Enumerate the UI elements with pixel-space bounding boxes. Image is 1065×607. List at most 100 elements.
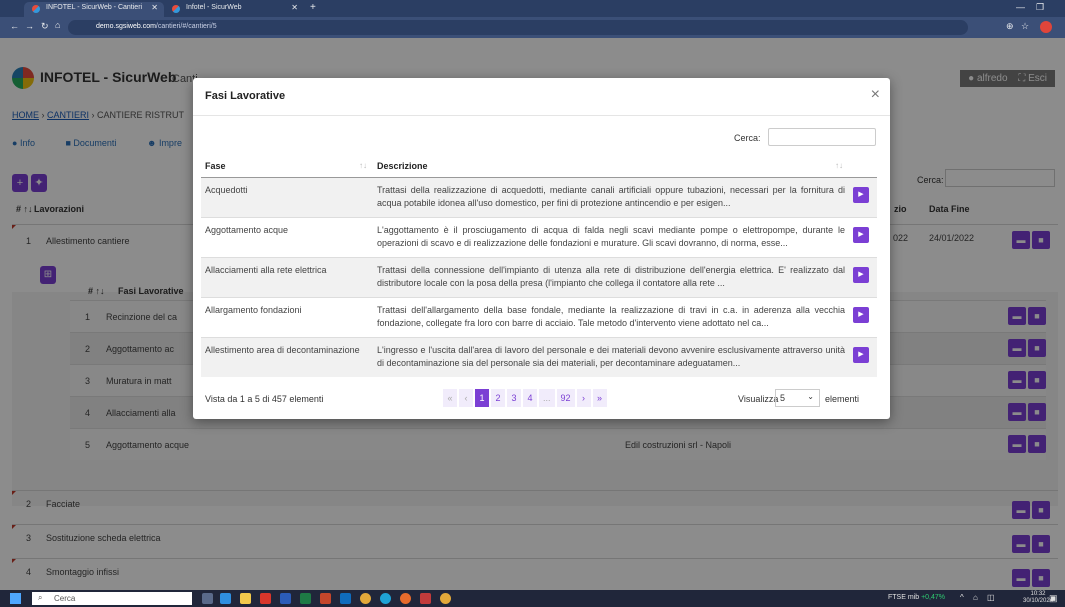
page-button-92[interactable]: 92 [556,389,575,407]
sort-icon[interactable]: ↑↓ [359,161,367,170]
app-icon[interactable] [380,593,391,604]
cell-descrizione-text: L'aggottamento è il prosciugamento di ac… [377,224,845,248]
last-page-button[interactable]: » [592,389,607,407]
cell-descrizione: L'aggottamento è il prosciugamento di ac… [373,216,849,257]
select-fase-button[interactable]: ▶ [853,186,869,203]
table-row[interactable]: Aggottamento acque L'aggottamento è il p… [201,216,877,257]
minimize-icon[interactable]: — [1016,2,1025,12]
excel-icon[interactable] [300,593,311,604]
chrome-icon[interactable] [360,593,371,604]
cell-action: ▶ [849,256,877,297]
reload-icon[interactable]: ↻ [41,21,49,32]
table-row[interactable]: Allacciamenti alla rete elettrica Tratta… [201,256,877,297]
page-button-4[interactable]: 4 [523,389,537,407]
close-tab-icon[interactable]: ✕ [151,3,158,12]
browser-tab-bar: INFOTEL - SicurWeb - Cantieri ✕ Infotel … [0,0,1065,17]
zoom-icon[interactable]: ⊕ [1006,21,1014,32]
select-fase-button[interactable]: ▶ [853,226,869,243]
app-icon[interactable] [420,593,431,604]
network-icon[interactable]: ⌂ [973,593,978,602]
url-host: demo.sgsiweb.com [96,23,156,30]
notification-icon[interactable]: ▣ [1049,593,1058,604]
table-row[interactable]: Allestimento area di decontaminazione L'… [201,336,877,377]
first-page-button[interactable]: « [443,389,457,407]
search-input[interactable] [768,128,876,146]
sort-icon[interactable]: ↑↓ [835,161,843,170]
back-icon[interactable]: ← [10,21,19,31]
tray-chevron-icon[interactable]: ^ [960,593,964,602]
cell-descrizione: Trattasi della connessione dell'impianto… [373,256,849,297]
cell-action: ▶ [849,176,877,217]
search-icon: ⌕ [38,593,43,602]
acrobat-icon[interactable] [260,593,271,604]
select-fase-button[interactable]: ▶ [853,266,869,283]
home-icon[interactable]: ⌂ [55,20,60,30]
ticker-name: FTSE mib [888,594,920,601]
modal-title: Fasi Lavorative [205,90,286,102]
page-size-suffix: elementi [825,394,860,404]
cell-fase: Allestimento area di decontaminazione [201,336,373,377]
tab-title: Infotel - SicurWeb [186,4,242,11]
col-fase-label: Fase [205,160,226,171]
pagination: « ‹ 1 2 3 4 ... 92 › » [443,389,609,407]
next-page-button[interactable]: › [576,389,591,407]
search-label: Cerca: [734,133,761,143]
select-fase-button[interactable]: ▶ [853,346,869,363]
windows-start-icon[interactable] [10,593,21,604]
table-header-row: Fase ↑↓ Descrizione ↑↓ [201,155,877,178]
cell-descrizione: Trattasi dell'allargamento della base fo… [373,296,849,337]
cell-action: ▶ [849,216,877,257]
table-info: Vista da 1 a 5 di 457 elementi [205,394,324,404]
cell-fase: Aggottamento acque [201,216,373,257]
ticker-change: +0,47% [921,594,946,601]
edge-icon[interactable] [220,593,231,604]
favicon-icon [172,5,180,13]
os-taskbar: ⌕ Cerca FTSE mib +0,47% ^ ⌂ ◫ 10:32 30/1… [0,590,1065,607]
select-fase-button[interactable]: ▶ [853,306,869,323]
modal-header: Fasi Lavorative × [193,78,890,116]
task-view-icon[interactable] [202,593,213,604]
browser-address-bar: ← → ↻ ⌂ demo.sgsiweb.com/cantieri/#/cant… [0,17,1065,38]
page-size-value: 5 [780,393,786,403]
table-row[interactable]: Allargamento fondazioni Trattasi dell'al… [201,296,877,337]
url-path: /cantieri/#/cantieri/5 [155,23,217,30]
browser-tab[interactable]: Infotel - SicurWeb ✕ [164,2,304,17]
forward-icon[interactable]: → [25,21,34,31]
maximize-icon[interactable]: ❐ [1036,2,1044,13]
browser-tab-active[interactable]: INFOTEL - SicurWeb - Cantieri ✕ [24,2,164,17]
close-tab-icon[interactable]: ✕ [291,3,298,12]
page-button-3[interactable]: 3 [507,389,521,407]
cell-descrizione-text: Trattasi dell'allargamento della base fo… [377,304,845,328]
star-icon[interactable]: ☆ [1021,21,1029,32]
powerpoint-icon[interactable] [320,593,331,604]
tab-title: INFOTEL - SicurWeb - Cantieri [46,4,143,11]
cell-fase: Allargamento fondazioni [201,296,373,337]
col-descrizione-label: Descrizione [377,160,428,171]
cell-fase: Allacciamenti alla rete elettrica [201,256,373,297]
table-row[interactable]: Acquedotti Trattasi della realizzazione … [201,176,877,217]
col-descrizione[interactable]: Descrizione ↑↓ [373,155,849,178]
page-size-select[interactable]: 5 ⌄ [775,389,820,407]
prev-page-button[interactable]: ‹ [459,389,473,407]
chevron-down-icon: ⌄ [807,392,814,401]
col-actions [849,155,877,178]
outlook-icon[interactable] [340,593,351,604]
profile-icon[interactable] [1040,21,1052,33]
col-fase[interactable]: Fase ↑↓ [201,155,373,178]
cell-descrizione-text: Trattasi della connessione dell'impianto… [377,264,845,288]
firefox-icon[interactable] [400,593,411,604]
url-field[interactable]: demo.sgsiweb.com/cantieri/#/cantieri/5 [68,20,968,35]
word-icon[interactable] [280,593,291,604]
close-icon[interactable]: × [871,86,880,104]
chrome-icon[interactable] [440,593,451,604]
fasi-lavorative-modal: Fasi Lavorative × Cerca: Fase ↑↓ Descrizi… [193,78,890,419]
volume-icon[interactable]: ◫ [987,593,995,602]
new-tab-button[interactable]: + [310,2,316,13]
stock-ticker[interactable]: FTSE mib +0,47% [888,594,945,601]
page-ellipsis: ... [539,389,555,407]
page-size-label: Visualizza [738,394,779,404]
page-button-2[interactable]: 2 [491,389,505,407]
explorer-icon[interactable] [240,593,251,604]
taskbar-search[interactable]: ⌕ Cerca [32,592,192,605]
page-button-1[interactable]: 1 [475,389,489,407]
